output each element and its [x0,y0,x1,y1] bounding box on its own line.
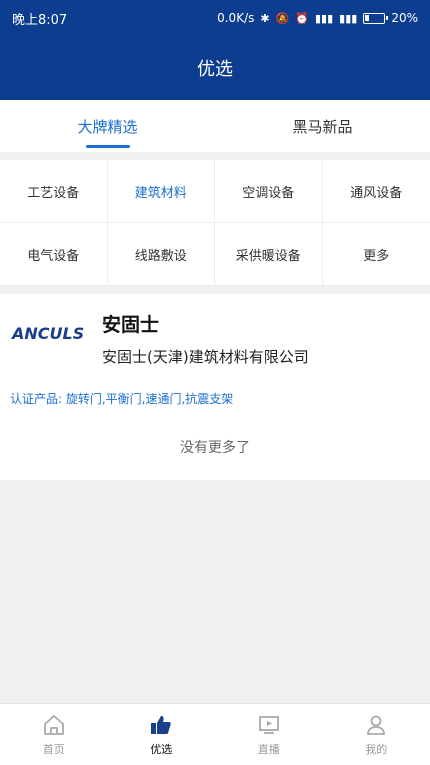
tab-label: 黑马新品 [292,117,353,136]
nav-home[interactable]: 首页 [0,704,108,765]
signal-icon: ▮▮▮ [339,11,358,25]
tab-new-products[interactable]: 黑马新品 [215,100,430,152]
tab-bar: 大牌精选 黑马新品 [0,100,430,152]
category-grid: 工艺设备 建筑材料 空调设备 通风设备 电气设备 线路敷设 采供暖设备 更多 [0,160,430,286]
battery-level: 20% [391,11,418,25]
bluetooth-icon: ✱ [260,11,270,25]
company-name: 安固士(天津)建筑材料有限公司 [102,348,309,366]
category-more[interactable]: 更多 [322,223,430,286]
live-play-icon [257,713,281,737]
network-speed: 0.0K/s [217,11,255,25]
category-building-materials[interactable]: 建筑材料 [107,160,215,223]
nav-label: 直播 [257,742,280,756]
status-indicators: 0.0K/s ✱ 🔕 ⏰ ▮▮▮ ▮▮▮ 20% [217,11,418,25]
status-time: 晚上8:07 [12,12,68,28]
category-wiring[interactable]: 线路敷设 [107,223,215,286]
category-heating[interactable]: 采供暖设备 [215,223,323,286]
brand-logo: ANCULS [12,324,85,343]
list-end-text: 没有更多了 [0,414,430,480]
page-title: 优选 [197,59,233,80]
nav-selection[interactable]: 优选 [108,704,216,765]
bottom-nav: 首页 优选 直播 我的 [0,703,430,765]
alarm-icon: ⏰ [295,11,309,25]
certified-products: 认证产品: 旋转门,平衡门,速通门,抗震支架 [10,392,234,406]
home-icon [42,713,66,737]
nav-profile[interactable]: 我的 [323,704,430,765]
nav-label: 我的 [365,742,388,756]
nav-label: 优选 [150,742,173,756]
status-bar: 晚上8:07 0.0K/s ✱ 🔕 ⏰ ▮▮▮ ▮▮▮ 20% [0,0,430,36]
battery-icon [363,12,389,24]
category-process-equipment[interactable]: 工艺设备 [0,160,108,223]
tab-brand-selection[interactable]: 大牌精选 [0,100,215,152]
nav-label: 首页 [42,742,65,756]
category-ventilation[interactable]: 通风设备 [322,160,430,223]
category-air-conditioning[interactable]: 空调设备 [215,160,323,223]
nav-live[interactable]: 直播 [215,704,323,765]
thumbs-up-icon [149,713,173,737]
category-electrical[interactable]: 电气设备 [0,223,108,286]
mute-icon: 🔕 [275,11,290,25]
tab-label: 大牌精选 [77,117,138,136]
brand-name: 安固士 [102,314,160,336]
profile-icon [364,713,388,737]
signal-icon: ▮▮▮ [314,11,334,25]
page-header: 优选 [0,36,430,100]
brand-card[interactable]: ANCULS 安固士 安固士(天津)建筑材料有限公司 认证产品: 旋转门,平衡门… [0,294,430,414]
